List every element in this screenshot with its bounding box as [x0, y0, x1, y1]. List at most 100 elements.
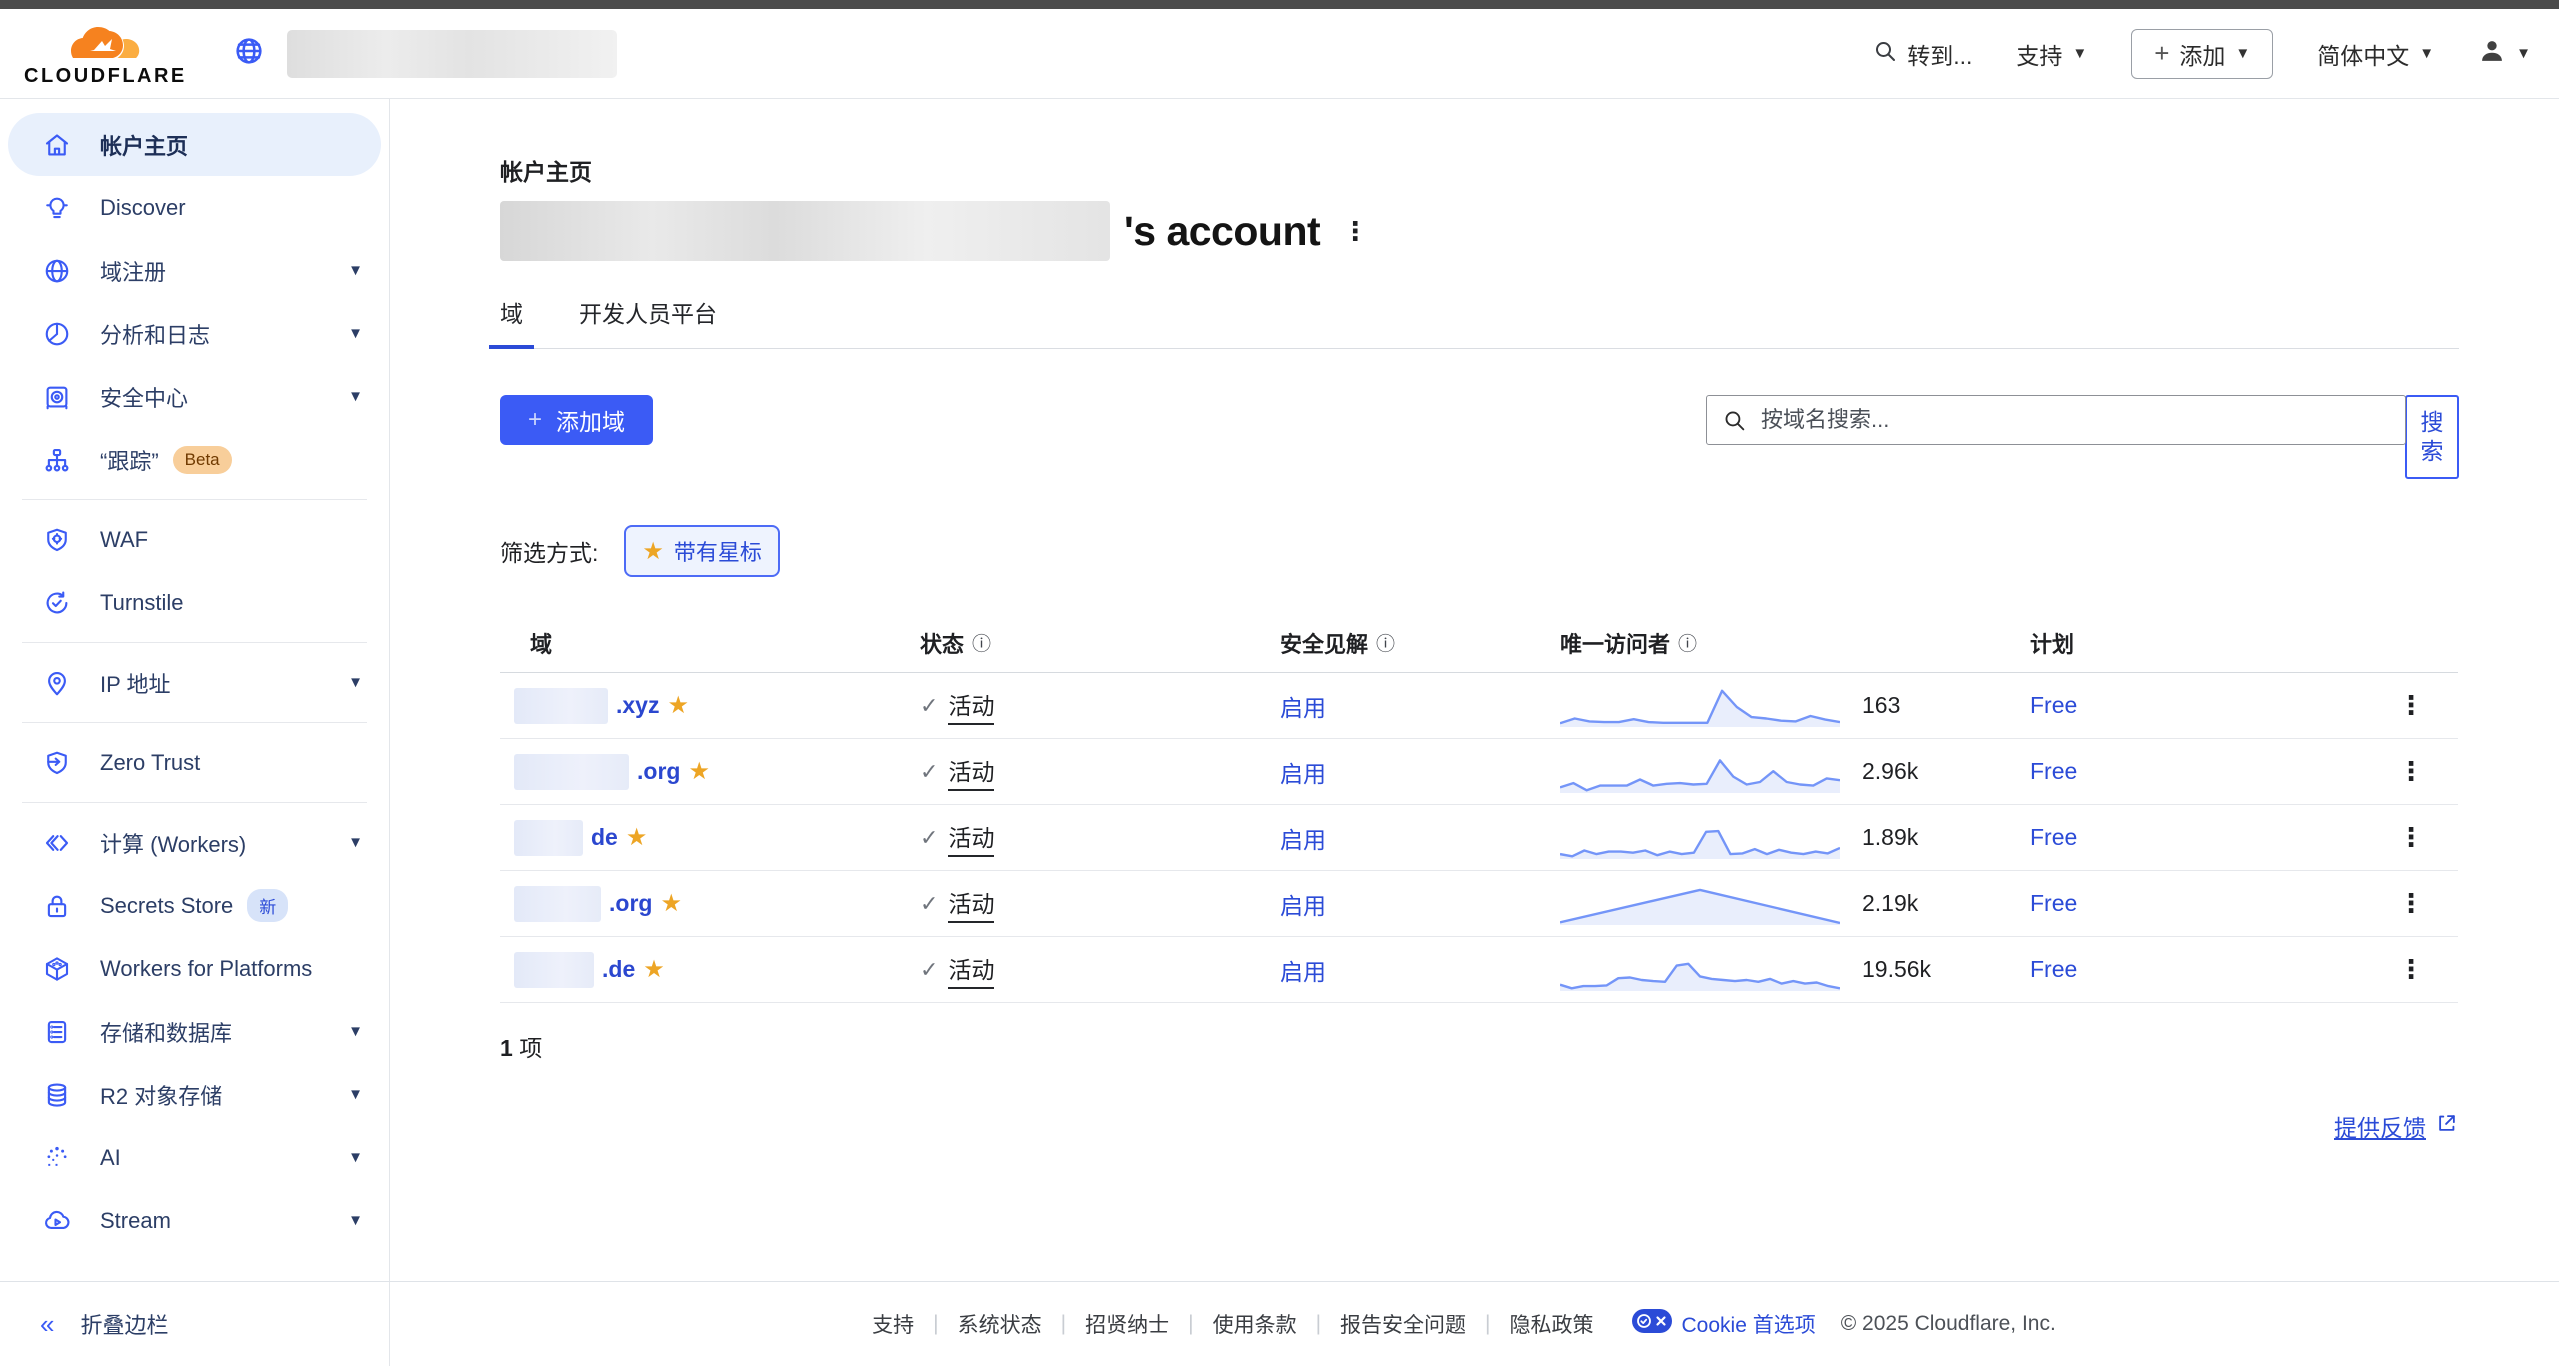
- search-button[interactable]: 搜索: [2405, 395, 2459, 479]
- plan-link[interactable]: Free: [2030, 956, 2077, 983]
- chevron-down-icon: ▼: [348, 388, 363, 405]
- plan-link[interactable]: Free: [2030, 692, 2077, 719]
- support-menu[interactable]: 支持 ▼: [2016, 37, 2087, 71]
- user-icon: [2478, 37, 2506, 71]
- info-icon[interactable]: ⓘ: [1678, 629, 1697, 656]
- cloudflare-logo[interactable]: CLOUDFLARE: [24, 21, 187, 86]
- tab-developer-platform[interactable]: 开发人员平台: [568, 295, 728, 348]
- row-kebab-menu[interactable]: ⋮: [2390, 888, 2432, 919]
- visitors-sparkline: [1560, 815, 1840, 861]
- plan-link[interactable]: Free: [2030, 758, 2077, 785]
- starred-filter-chip[interactable]: ★ 带有星标: [624, 525, 780, 577]
- copyright: © 2025 Cloudflare, Inc.: [1835, 1312, 2096, 1336]
- sidebar-item-security-center[interactable]: 安全中心 ▼: [0, 365, 389, 428]
- star-icon[interactable]: ★: [626, 823, 648, 852]
- row-kebab-menu[interactable]: ⋮: [2390, 690, 2432, 721]
- sidebar-item-storage-databases[interactable]: 存储和数据库 ▼: [0, 1000, 389, 1063]
- insight-link[interactable]: 启用: [1280, 887, 1326, 921]
- star-icon[interactable]: ★: [643, 955, 665, 984]
- domain-link[interactable]: de: [591, 824, 618, 851]
- insight-link[interactable]: 启用: [1280, 821, 1326, 855]
- chevron-down-icon: ▼: [348, 325, 363, 342]
- sidebar-item-r2-object-storage[interactable]: R2 对象存储 ▼: [0, 1063, 389, 1126]
- plan-link[interactable]: Free: [2030, 824, 2077, 851]
- footer-link-terms[interactable]: 使用条款: [1194, 1309, 1316, 1339]
- domain-link[interactable]: .de: [602, 956, 635, 983]
- cookie-preferences-link[interactable]: Cookie 首选项: [1613, 1309, 1835, 1339]
- footer-link-privacy[interactable]: 隐私政策: [1491, 1309, 1613, 1339]
- sidebar-item-secrets-store[interactable]: Secrets Store 新: [0, 874, 389, 937]
- domain-link[interactable]: .org: [609, 890, 652, 917]
- cookie-consent-icon: [1632, 1309, 1672, 1339]
- shield-gear-icon: [40, 523, 74, 557]
- sidebar-item-discover[interactable]: Discover: [0, 176, 389, 239]
- account-kebab-menu[interactable]: ⋮: [1334, 216, 1376, 247]
- table-header: 域 状态ⓘ 安全见解ⓘ 唯一访问者ⓘ 计划: [500, 613, 2458, 673]
- footer-link-support[interactable]: 支持: [853, 1309, 933, 1339]
- filter-row: 筛选方式: ★ 带有星标: [500, 525, 2459, 577]
- search-icon: [1722, 408, 1747, 438]
- domain-link[interactable]: .xyz: [616, 692, 659, 719]
- insight-link[interactable]: 启用: [1280, 953, 1326, 987]
- row-kebab-menu[interactable]: ⋮: [2390, 822, 2432, 853]
- sidebar-item-compute-workers[interactable]: 计算 (Workers) ▼: [0, 811, 389, 874]
- table-row: .org★ ✓活动 启用 2.96k Free ⋮: [500, 739, 2458, 805]
- star-icon[interactable]: ★: [660, 889, 682, 918]
- visitors-count: 19.56k: [1862, 956, 1931, 983]
- feedback-link[interactable]: 提供反馈: [2334, 1109, 2458, 1143]
- sidebar-item-domain-registration[interactable]: 域注册 ▼: [0, 239, 389, 302]
- footer-link-system-status[interactable]: 系统状态: [939, 1309, 1061, 1339]
- footer-link-report-security[interactable]: 报告安全问题: [1321, 1309, 1485, 1339]
- sidebar-item-ai[interactable]: AI ▼: [0, 1126, 389, 1189]
- col-insight: 安全见解ⓘ: [1250, 627, 1530, 659]
- cloudflare-cloud-icon: [68, 21, 142, 65]
- sidebar-item-turnstile[interactable]: Turnstile: [0, 571, 389, 634]
- pie-chart-icon: [40, 317, 74, 351]
- user-menu[interactable]: ▼: [2478, 37, 2531, 71]
- col-visitors: 唯一访问者ⓘ: [1530, 627, 2000, 659]
- sidebar-item-zero-trust[interactable]: Zero Trust: [0, 731, 389, 794]
- status-badge: 活动: [948, 951, 994, 989]
- row-kebab-menu[interactable]: ⋮: [2390, 954, 2432, 985]
- sidebar-item-account-home[interactable]: 帐户主页: [8, 113, 381, 176]
- window-titlebar: [0, 0, 2559, 9]
- chevron-down-icon: ▼: [348, 262, 363, 279]
- breadcrumb: 帐户主页: [500, 153, 2459, 187]
- sidebar-item-ip-addresses[interactable]: IP 地址 ▼: [0, 651, 389, 714]
- sidebar-item-trace[interactable]: “跟踪” Beta: [0, 428, 389, 491]
- check-icon: ✓: [920, 693, 938, 719]
- status-badge: 活动: [948, 687, 994, 725]
- info-icon[interactable]: ⓘ: [972, 629, 991, 656]
- star-icon[interactable]: ★: [667, 691, 689, 720]
- vault-icon: [40, 380, 74, 414]
- domain-search: 搜索: [1706, 395, 2459, 479]
- insight-link[interactable]: 启用: [1280, 755, 1326, 789]
- visitors-sparkline: [1560, 683, 1840, 729]
- collapse-sidebar-button[interactable]: « 折叠边栏: [0, 1282, 390, 1366]
- chevron-down-icon: ▼: [348, 1023, 363, 1040]
- star-icon[interactable]: ★: [688, 757, 710, 786]
- footer-link-careers[interactable]: 招贤纳士: [1066, 1309, 1188, 1339]
- language-menu[interactable]: 简体中文 ▼: [2317, 37, 2434, 71]
- tab-domains[interactable]: 域: [489, 295, 534, 349]
- info-icon[interactable]: ⓘ: [1376, 629, 1395, 656]
- plan-link[interactable]: Free: [2030, 890, 2077, 917]
- quick-search[interactable]: 转到...: [1873, 37, 1972, 71]
- main-content: 帐户主页 's account ⋮ 域 开发人员平台 + 添加域: [390, 99, 2559, 1281]
- refresh-check-icon: [40, 586, 74, 620]
- search-input[interactable]: [1706, 395, 2406, 445]
- add-domain-button[interactable]: + 添加域: [500, 395, 653, 445]
- chevron-down-icon: ▼: [2072, 45, 2087, 62]
- sidebar-item-stream[interactable]: Stream ▼: [0, 1189, 389, 1252]
- row-kebab-menu[interactable]: ⋮: [2390, 756, 2432, 787]
- sidebar-item-analytics-logs[interactable]: 分析和日志 ▼: [0, 302, 389, 365]
- lightbulb-icon: [40, 191, 74, 225]
- account-switcher[interactable]: [233, 30, 617, 78]
- sidebar-item-waf[interactable]: WAF: [0, 508, 389, 571]
- sidebar-item-workers-for-platforms[interactable]: Workers for Platforms: [0, 937, 389, 1000]
- insight-link[interactable]: 启用: [1280, 689, 1326, 723]
- domain-link[interactable]: .org: [637, 758, 680, 785]
- cloud-play-icon: [40, 1204, 74, 1238]
- trace-network-icon: [40, 443, 74, 477]
- add-menu-button[interactable]: + 添加 ▼: [2131, 29, 2273, 79]
